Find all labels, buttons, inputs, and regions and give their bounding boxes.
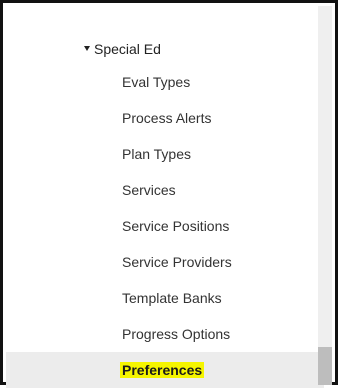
menu-item-label: Template Banks (122, 290, 222, 306)
admin-menu-panel: Special Ed Eval Types Process Alerts Pla… (6, 6, 324, 388)
menu-item-label: Service Providers (122, 254, 232, 270)
menu-item-service-providers[interactable]: Service Providers (6, 244, 324, 280)
menu-item-label: Eval Types (122, 74, 191, 90)
menu-item-label: Plan Types (122, 146, 192, 162)
menu-item-template-banks[interactable]: Template Banks (6, 280, 324, 316)
menu-item-services[interactable]: Services (6, 172, 324, 208)
menu-section-label: Special Ed (94, 41, 161, 57)
menu-item-label-highlighted: Preferences (120, 362, 205, 378)
menu-item-process-alerts[interactable]: Process Alerts (6, 100, 324, 136)
menu-item-progress-options[interactable]: Progress Options (6, 316, 324, 352)
scrollbar-thumb[interactable] (318, 347, 332, 385)
menu-item-eval-types[interactable]: Eval Types (6, 64, 324, 100)
caret-down-icon (84, 45, 90, 51)
menu-item-label: Service Positions (122, 218, 230, 234)
vertical-scrollbar[interactable] (318, 6, 332, 385)
menu-item-service-positions[interactable]: Service Positions (6, 208, 324, 244)
menu-item-plan-types[interactable]: Plan Types (6, 136, 324, 172)
menu-item-label: Progress Options (122, 326, 231, 342)
menu-item-label: Services (122, 182, 176, 198)
screenshot-frame: Special Ed Eval Types Process Alerts Pla… (0, 0, 338, 388)
menu-section-special-ed[interactable]: Special Ed (84, 40, 161, 58)
menu-item-label: Process Alerts (122, 110, 212, 126)
menu-item-list: Eval Types Process Alerts Plan Types Ser… (6, 64, 324, 388)
menu-item-preferences[interactable]: Preferences (6, 352, 324, 388)
